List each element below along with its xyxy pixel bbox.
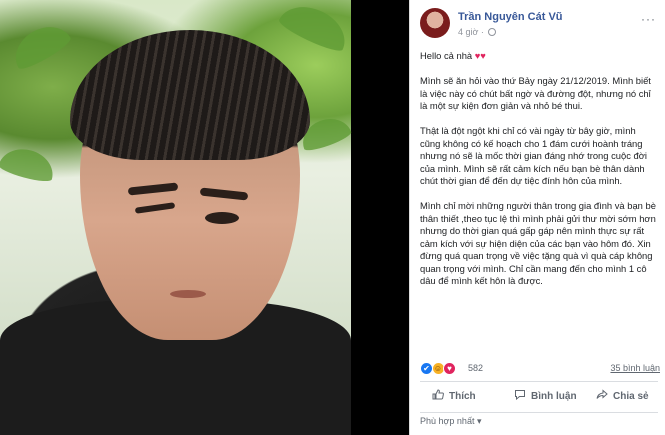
post-time-text: 4 giờ · — [458, 27, 484, 37]
comment-icon — [515, 390, 525, 400]
post-text: Hello cả nhà ♥♥ Mình sẽ ăn hỏi vào thứ B… — [420, 50, 658, 300]
leaf-decoration — [276, 0, 354, 56]
divider — [420, 412, 658, 413]
share-button[interactable]: Chia sẻ — [596, 384, 649, 410]
love-icon: ♥ — [443, 362, 457, 375]
portrait-image — [0, 0, 354, 435]
comment-button[interactable]: Bình luận — [514, 384, 577, 410]
divider — [420, 381, 658, 382]
post-paragraph: Thật là đột ngột khi chỉ có vài ngày từ … — [420, 125, 647, 186]
more-options-icon[interactable]: ··· — [641, 12, 656, 26]
reaction-count[interactable]: 582 — [468, 363, 483, 373]
greeting-line: Hello cả nhà ♥♥ — [420, 50, 658, 63]
like-label: Thích — [449, 391, 476, 402]
post-paragraph: Mình sẽ ăn hỏi vào thứ Bảy ngày 21/12/20… — [420, 75, 651, 111]
sort-label: Phù hợp nhất — [420, 416, 475, 426]
post-header: Trần Nguyên Cát Vũ 4 giờ · ··· — [420, 8, 660, 40]
author-name[interactable]: Trần Nguyên Cát Vũ — [458, 11, 563, 23]
share-label: Chia sẻ — [613, 391, 649, 402]
post-actions: Thích Bình luận Chia sẻ — [420, 384, 658, 410]
leaf-decoration — [0, 143, 58, 185]
globe-icon — [488, 28, 497, 36]
comment-sort-dropdown[interactable]: Phù hợp nhất ▾ — [420, 416, 482, 435]
hair — [70, 30, 310, 160]
heart-emoji-icon: ♥♥ — [474, 50, 486, 61]
thumbs-up-icon — [432, 389, 444, 400]
post-panel: Trần Nguyên Cát Vũ 4 giờ · ··· Hello cả … — [409, 0, 665, 435]
greeting-text: Hello cả nhà — [420, 50, 473, 61]
leaf-decoration — [6, 17, 74, 73]
post-paragraph: Mình chỉ mời những người thân trong gia … — [420, 200, 656, 286]
post-timestamp[interactable]: 4 giờ · — [458, 27, 497, 37]
comment-label: Bình luận — [531, 391, 577, 402]
chevron-down-icon: ▾ — [476, 416, 482, 426]
reaction-icons[interactable]: ✔ ☺ ♥ — [420, 362, 457, 376]
mouth — [170, 290, 206, 298]
share-icon — [596, 389, 608, 399]
author-avatar[interactable] — [420, 8, 450, 38]
reactions-summary: ✔ ☺ ♥ 582 35 bình luận — [420, 362, 660, 378]
post-photo[interactable] — [0, 0, 409, 435]
right-eye — [205, 212, 239, 224]
like-button[interactable]: Thích — [432, 384, 476, 410]
comment-count-link[interactable]: 35 bình luận — [610, 363, 660, 373]
